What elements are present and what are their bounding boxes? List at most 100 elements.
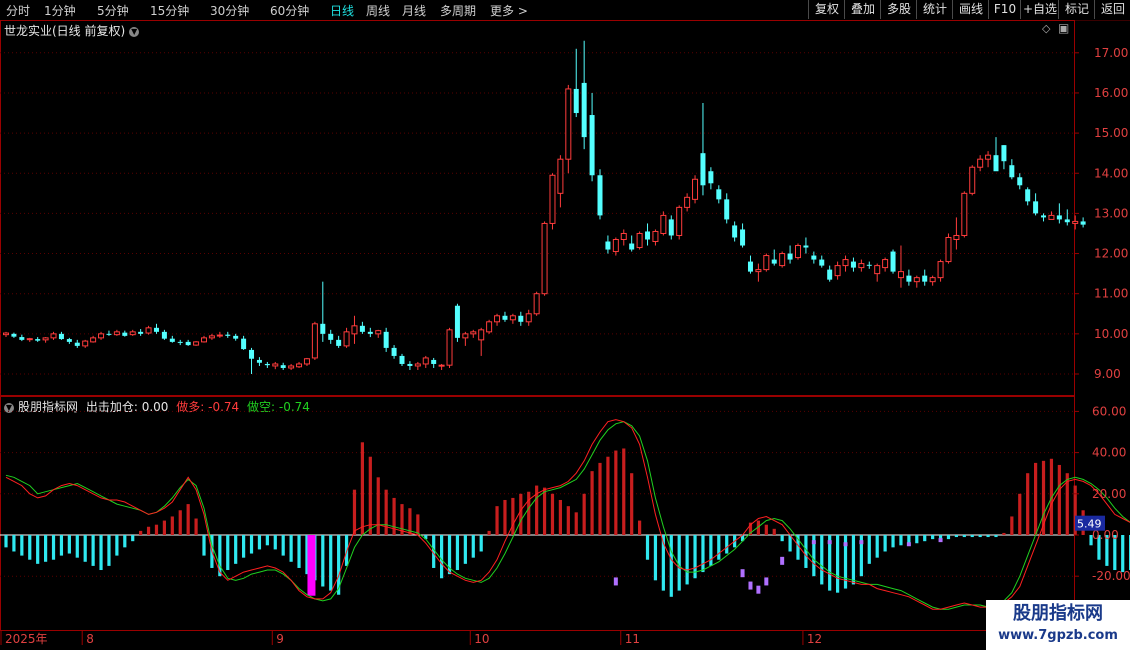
candle-body-up [937,261,944,279]
candle-body-down [589,115,595,176]
signal-marker-purple [748,581,753,590]
price-tick-label: 15.00 [1094,126,1128,140]
indicator-bar [503,499,507,535]
indicator-bar [970,535,974,538]
indicator-bar [115,535,119,556]
indicator-bar [408,508,412,535]
candle-body-down [708,171,714,184]
candle-body-up [882,259,889,269]
period-tab-multi[interactable]: 多周期 [440,2,476,19]
overlay-button[interactable]: 叠加 [844,0,881,19]
candle-body-down [399,355,405,364]
candle-body-down [922,275,928,282]
candle-body-down [787,253,793,260]
candle-body-up [470,331,477,335]
add-favorite-button[interactable]: +自选 [1020,0,1059,19]
indicator-bar [1121,535,1125,573]
indicator-bar [368,456,372,535]
draw-line-button[interactable]: 画线 [952,0,989,19]
indicator-bar [44,535,48,562]
indicator-bar [582,493,586,535]
candle-body-down [177,341,183,343]
candle-body-down [74,342,80,346]
period-tab-5min[interactable]: 5分钟 [97,2,129,19]
indicator-bar [756,520,760,535]
indicator-bar [265,535,269,546]
indicator-bar [146,526,151,535]
candle-body-down [66,339,72,342]
indicator-bar [495,506,499,535]
candle-body-down [573,88,579,114]
candle-body-down [431,359,437,364]
statistics-button[interactable]: 统计 [916,0,953,19]
candles [3,40,1086,374]
indicator-bar [313,535,317,581]
candle-body-down [803,245,809,248]
chevron-down-icon[interactable]: ▼ [129,26,140,37]
candle-body-down [153,327,159,332]
indicator-bar [12,535,16,552]
indicator-bar [907,535,911,544]
indicator-bar [891,535,895,548]
signal-marker-purple [756,585,761,594]
candle-body-down [169,338,175,342]
grid-lines [0,52,1074,577]
candle-body-up [343,331,350,347]
indicator-bar [812,535,816,577]
candle-body-up [42,337,49,341]
indicator-bar [344,535,349,566]
indicator-bar [1065,473,1069,535]
signal-marker-purple [906,542,911,547]
price-tick-label: 14.00 [1094,166,1128,180]
stock-title: 世龙实业(日线 前复权) ▼ [4,22,140,39]
signal-marker-purple [827,540,832,545]
diamond-icon[interactable]: ◇ [1042,22,1050,35]
period-tab-monthly[interactable]: 月线 [402,2,426,19]
candle-body-up [296,363,303,368]
period-tab-60min[interactable]: 60分钟 [270,2,309,19]
period-tab-30min[interactable]: 30分钟 [210,2,249,19]
candle-body-up [874,265,881,275]
candle-body-down [605,241,611,250]
period-tab-fenshi[interactable]: 分时 [6,2,30,19]
candle-body-up [462,333,469,339]
candle-body-up [494,315,501,323]
indicator-bar [1089,535,1093,546]
candle-body-up [795,245,801,259]
mark-button[interactable]: 标记 [1058,0,1095,19]
candle-body-down [668,219,674,236]
candle-body-up [1048,214,1055,220]
indicator-bar [733,535,737,548]
period-tab-1min[interactable]: 1分钟 [44,2,76,19]
candle-body-down [454,305,460,338]
stock-title-text: 世龙实业(日线 前复权) [4,24,126,38]
indicator-panel-frame [0,396,1075,631]
candle-body-down [1056,215,1062,220]
candle-body-up [755,269,762,273]
indicator-bar [740,535,745,542]
multi-stock-button[interactable]: 多股 [880,0,917,19]
period-tab-weekly[interactable]: 周线 [366,2,390,19]
period-tab-15min[interactable]: 15分钟 [150,2,189,19]
candle-body-down [11,333,17,337]
indicator-bar [550,493,555,535]
back-button[interactable]: 返回 [1094,0,1130,19]
candle-body-up [945,236,952,263]
period-tab-more[interactable]: 更多 > [490,2,528,19]
window-toggle-icon[interactable]: ▣ [1058,21,1069,35]
candle-body-up [763,255,770,271]
candle-body-down [732,225,738,238]
candle-body-up [660,214,667,234]
candle-body-down [827,269,833,280]
candle-body-up [375,330,382,335]
f10-button[interactable]: F10 [988,0,1021,19]
period-tab-daily[interactable]: 日线 [330,2,354,19]
kline-chart: 17.00 16.00 15.00 14.00 13.00 12.00 11.00 10.00… [0,20,1130,650]
indicator-bar [836,535,840,593]
candle-body-up [288,365,295,369]
fuquan-button[interactable]: 复权 [808,0,845,19]
candle-body-up [977,158,984,168]
chevron-down-icon[interactable]: ▼ [4,402,14,413]
indicator-bar [249,535,254,554]
candle-body-up [779,253,786,267]
